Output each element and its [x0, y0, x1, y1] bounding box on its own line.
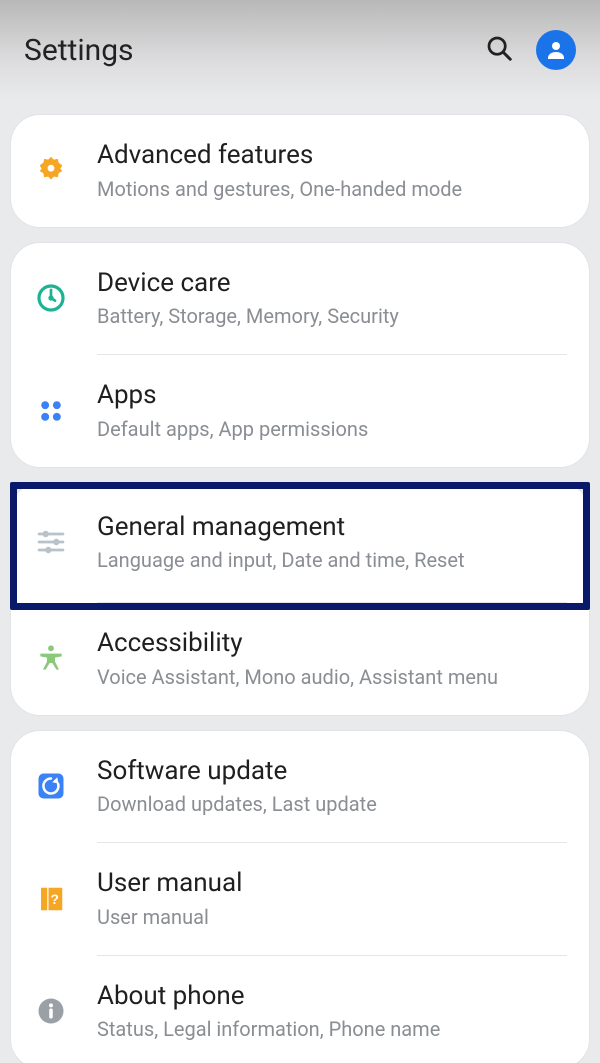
- item-text: Software update Download updates, Last u…: [97, 755, 567, 819]
- item-subtitle: Language and input, Date and time, Reset: [97, 547, 567, 574]
- item-text: General management Language and input, D…: [97, 511, 567, 575]
- item-text: About phone Status, Legal information, P…: [97, 980, 567, 1044]
- item-title: Device care: [97, 267, 567, 300]
- sliders-icon: [33, 524, 69, 560]
- settings-item-apps[interactable]: Apps Default apps, App permissions: [11, 355, 589, 467]
- search-button[interactable]: [484, 33, 514, 67]
- item-subtitle: Download updates, Last update: [97, 791, 567, 818]
- item-title: Advanced features: [97, 139, 567, 172]
- manual-book-icon: ?: [33, 881, 69, 917]
- item-title: User manual: [97, 867, 567, 900]
- accessibility-person-icon: [33, 641, 69, 677]
- settings-group: Software update Download updates, Last u…: [10, 730, 590, 1063]
- item-text: Apps Default apps, App permissions: [97, 379, 567, 443]
- item-title: Apps: [97, 379, 567, 412]
- page-title: Settings: [24, 33, 484, 68]
- settings-item-advanced-features[interactable]: Advanced features Motions and gestures, …: [11, 115, 589, 227]
- profile-button[interactable]: [536, 30, 576, 70]
- refresh-icon: [33, 768, 69, 804]
- app-header: Settings: [0, 0, 600, 100]
- gear-flower-icon: [33, 153, 69, 189]
- item-subtitle: Voice Assistant, Mono audio, Assistant m…: [97, 664, 567, 691]
- settings-item-device-care[interactable]: Device care Battery, Storage, Memory, Se…: [11, 243, 589, 355]
- item-text: Advanced features Motions and gestures, …: [97, 139, 567, 203]
- item-subtitle: Motions and gestures, One-handed mode: [97, 176, 567, 203]
- item-text: Accessibility Voice Assistant, Mono audi…: [97, 627, 567, 691]
- item-text: User manual User manual: [97, 867, 567, 931]
- item-subtitle: Status, Legal information, Phone name: [97, 1016, 567, 1043]
- apps-grid-icon: [33, 393, 69, 429]
- item-title: About phone: [97, 980, 567, 1013]
- device-care-icon: [33, 280, 69, 316]
- item-title: General management: [97, 511, 567, 544]
- settings-group: General management Language and input, D…: [10, 482, 590, 716]
- item-subtitle: Default apps, App permissions: [97, 416, 567, 443]
- svg-text:?: ?: [51, 892, 59, 907]
- settings-group: Device care Battery, Storage, Memory, Se…: [10, 242, 590, 468]
- settings-item-accessibility[interactable]: Accessibility Voice Assistant, Mono audi…: [11, 603, 589, 715]
- settings-item-about-phone[interactable]: About phone Status, Legal information, P…: [11, 956, 589, 1063]
- settings-item-user-manual[interactable]: ? User manual User manual: [11, 843, 589, 955]
- item-subtitle: User manual: [97, 904, 567, 931]
- item-subtitle: Battery, Storage, Memory, Security: [97, 303, 567, 330]
- info-icon: [33, 993, 69, 1029]
- person-icon: [544, 38, 568, 62]
- settings-group: Advanced features Motions and gestures, …: [10, 114, 590, 228]
- item-title: Accessibility: [97, 627, 567, 660]
- settings-item-general-management[interactable]: General management Language and input, D…: [11, 483, 589, 603]
- item-text: Device care Battery, Storage, Memory, Se…: [97, 267, 567, 331]
- settings-item-software-update[interactable]: Software update Download updates, Last u…: [11, 731, 589, 843]
- search-icon: [484, 33, 514, 63]
- item-title: Software update: [97, 755, 567, 788]
- highlighted-region: General management Language and input, D…: [10, 482, 590, 716]
- header-actions: [484, 30, 576, 70]
